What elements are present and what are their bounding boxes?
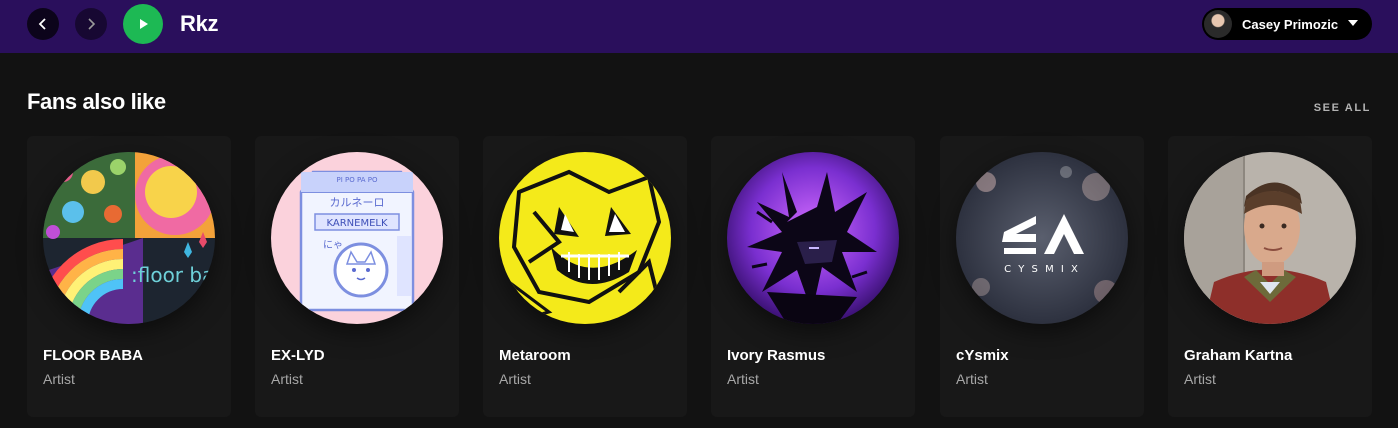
artist-image: PI PO PA PO カルネーロ KARNEMELK にゃ xyxy=(271,152,443,324)
section-title: Fans also like xyxy=(27,89,166,114)
artwork-text: :floor baba xyxy=(131,263,215,287)
user-name: Casey Primozic xyxy=(1242,16,1339,32)
artist-name: Ivory Rasmus xyxy=(727,347,826,364)
top-bar: Rkz Casey Primozic xyxy=(0,0,1398,53)
artwork-text: C Y S M I X xyxy=(1004,264,1080,275)
artist-card[interactable]: Metaroom Artist xyxy=(483,136,687,417)
caret-down-icon xyxy=(1348,20,1358,26)
artist-card[interactable]: PI PO PA PO カルネーロ KARNEMELK にゃ EX-LYD Ar… xyxy=(255,136,459,417)
artist-image xyxy=(499,152,671,324)
artist-subtitle: Artist xyxy=(1184,371,1216,387)
chevron-left-icon xyxy=(38,18,46,30)
artist-card[interactable]: Graham Kartna Artist xyxy=(1168,136,1372,417)
artist-name: Graham Kartna xyxy=(1184,347,1293,364)
artist-name: EX-LYD xyxy=(271,347,325,364)
artwork-text: カルネーロ xyxy=(330,196,385,209)
play-button[interactable] xyxy=(123,4,163,44)
see-all-link[interactable]: SEE ALL xyxy=(1314,102,1371,114)
forward-button[interactable] xyxy=(75,8,107,40)
artist-subtitle: Artist xyxy=(727,371,759,387)
artist-name: Metaroom xyxy=(499,347,571,364)
artist-image: :floor baba xyxy=(43,152,215,324)
artist-subtitle: Artist xyxy=(271,371,303,387)
play-icon xyxy=(140,19,148,29)
artwork-text: にゃ xyxy=(323,239,343,251)
chevron-right-icon xyxy=(88,18,96,30)
artist-title: Rkz xyxy=(180,11,219,36)
artist-subtitle: Artist xyxy=(956,371,988,387)
avatar xyxy=(1204,10,1232,38)
artist-image xyxy=(1184,152,1356,324)
user-menu-button[interactable]: Casey Primozic xyxy=(1202,8,1372,40)
artist-card[interactable]: C Y S M I X cYsmix Artist xyxy=(940,136,1144,417)
artist-name: cYsmix xyxy=(956,347,1009,364)
artist-subtitle: Artist xyxy=(43,371,75,387)
artist-name: FLOOR BABA xyxy=(43,347,143,364)
artwork-text: PI PO PA PO xyxy=(337,176,378,184)
artist-card[interactable]: :floor baba FLOOR BABA Artist xyxy=(27,136,231,417)
artist-image xyxy=(727,152,899,324)
back-button[interactable] xyxy=(27,8,59,40)
artwork-text: KARNEMELK xyxy=(326,218,387,229)
artist-image: C Y S M I X xyxy=(956,152,1128,324)
artist-card[interactable]: Ivory Rasmus Artist xyxy=(711,136,915,417)
artist-subtitle: Artist xyxy=(499,371,531,387)
